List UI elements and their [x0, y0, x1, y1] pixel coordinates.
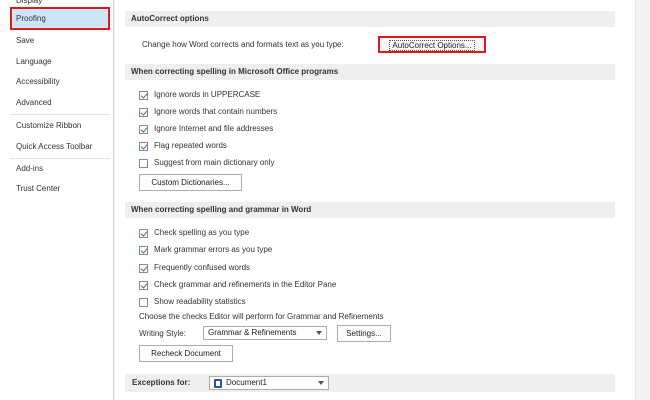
word-document-icon [214, 379, 222, 388]
sidebar-item-add-ins[interactable]: Add-ins [16, 162, 43, 176]
checkbox-checked-icon[interactable] [139, 125, 148, 134]
sidebar-item-advanced[interactable]: Advanced [16, 96, 52, 110]
autocorrect-description: Change how Word corrects and formats tex… [142, 40, 344, 49]
sidebar-item-trust-center[interactable]: Trust Center [16, 182, 60, 196]
checkbox-checked-icon[interactable] [139, 264, 148, 273]
chevron-down-icon [316, 331, 322, 335]
word-spelling-section-heading: When correcting spelling and grammar in … [125, 202, 615, 218]
custom-dictionaries-button[interactable]: Custom Dictionaries... [139, 174, 242, 191]
sidebar-divider [10, 114, 110, 115]
checkbox-checked-icon[interactable] [139, 229, 148, 238]
autocorrect-section-heading: AutoCorrect options [125, 11, 615, 27]
checkbox-checked-icon[interactable] [139, 246, 148, 255]
window-edge [635, 0, 650, 400]
editor-checks-text: Choose the checks Editor will perform fo… [139, 312, 384, 321]
chevron-down-icon [318, 381, 324, 385]
sidebar-item-language[interactable]: Language [16, 55, 52, 69]
autocorrect-options-button[interactable]: AutoCorrect Options... [378, 36, 486, 53]
checkbox-checked-icon[interactable] [139, 108, 148, 117]
office-spelling-section-heading: When correcting spelling in Microsoft Of… [125, 64, 615, 80]
sidebar-item-quick-access-toolbar[interactable]: Quick Access Toolbar [16, 140, 92, 154]
proofing-options-panel: AutoCorrect options Change how Word corr… [115, 0, 635, 400]
checkbox-checked-icon[interactable] [139, 281, 148, 290]
writing-style-label: Writing Style: [139, 329, 186, 338]
writing-style-select[interactable]: Grammar & Refinements [203, 326, 327, 340]
sidebar-divider [10, 158, 110, 159]
sidebar-item-accessibility[interactable]: Accessibility [16, 75, 60, 89]
autocorrect-options-label: AutoCorrect Options... [389, 40, 475, 51]
sidebar-item-customize-ribbon[interactable]: Customize Ribbon [16, 119, 81, 133]
recheck-document-button[interactable]: Recheck Document [139, 345, 233, 362]
checkbox-unchecked-icon[interactable] [139, 298, 148, 307]
options-sidebar: Display Proofing Save Language Accessibi… [0, 0, 114, 400]
exceptions-label: Exceptions for: [132, 378, 191, 387]
sidebar-item-proofing[interactable]: Proofing [16, 12, 46, 26]
exceptions-document-select[interactable]: Document1 [209, 376, 329, 390]
settings-button[interactable]: Settings... [337, 325, 391, 342]
sidebar-item-save[interactable]: Save [16, 34, 34, 48]
exceptions-bar [125, 374, 615, 392]
checkbox-unchecked-icon[interactable] [139, 159, 148, 168]
checkbox-checked-icon[interactable] [139, 91, 148, 100]
checkbox-checked-icon[interactable] [139, 142, 148, 151]
